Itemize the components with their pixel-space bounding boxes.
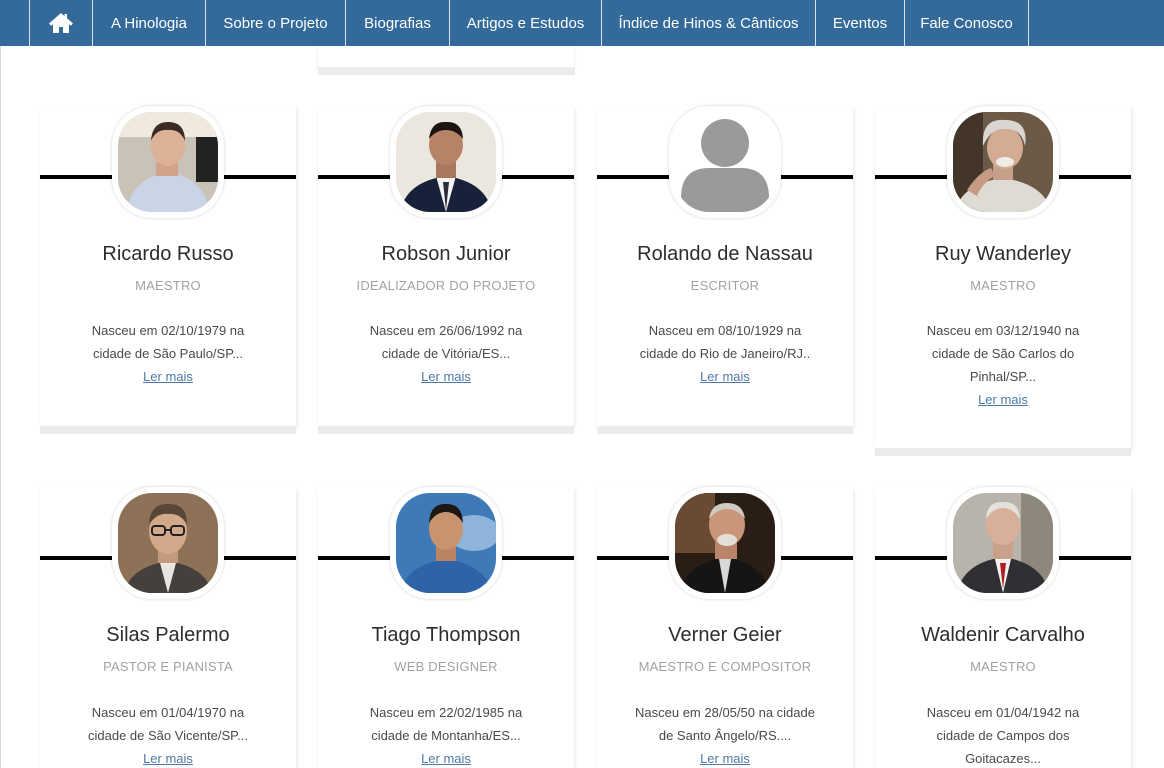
read-more-link[interactable]: Ler mais: [356, 365, 536, 388]
biography-card: Silas Palermo PASTOR E PIANISTA Nasceu e…: [40, 487, 296, 768]
bio-name: Rolando de Nassau: [637, 243, 813, 265]
bio-description: Nasceu em 28/05/50 na cidade de Santo Ân…: [625, 701, 825, 768]
nav-home-button[interactable]: [29, 0, 92, 46]
bio-description: Nasceu em 03/12/1940 na cidade de São Ca…: [913, 319, 1093, 411]
bio-name: Silas Palermo: [106, 624, 230, 646]
card-bottom-shadow: [597, 426, 853, 434]
biography-card: Waldenir Carvalho MAESTRO Nasceu em 01/0…: [875, 487, 1131, 768]
avatar-frame[interactable]: [947, 487, 1059, 599]
nav-item-biografias[interactable]: Biografias: [345, 0, 449, 46]
bio-name: Tiago Thompson: [371, 624, 521, 646]
bio-name: Robson Junior: [381, 243, 511, 265]
bio-description: Nasceu em 22/02/1985 na cidade de Montan…: [356, 701, 536, 768]
nav-item-indice-de-hinos[interactable]: Índice de Hinos & Cânticos: [601, 0, 815, 46]
nav-item-label: Sobre o Projeto: [223, 14, 328, 32]
bio-description-line: cidade de Vitória/ES...: [381, 346, 511, 361]
biography-card: Ruy Wanderley MAESTRO Nasceu em 03/12/19…: [875, 106, 1131, 456]
avatar-frame[interactable]: [112, 106, 224, 218]
avatar-photo-verner-geier: [675, 493, 775, 593]
read-more-link[interactable]: Ler mais: [913, 388, 1093, 411]
bio-description-line: Pinhal/SP...: [969, 369, 1037, 384]
biography-card: Verner Geier MAESTRO E COMPOSITOR Nasceu…: [597, 487, 853, 768]
card-bottom-shadow: [318, 426, 574, 434]
default-user-icon: [675, 112, 775, 212]
bio-description-line: cidade de São Carlos do: [931, 346, 1075, 361]
bio-name: Ricardo Russo: [102, 243, 234, 265]
read-more-link[interactable]: Ler mais: [625, 747, 825, 768]
read-more-link[interactable]: Ler mais: [635, 365, 815, 388]
nav-item-sobre-o-projeto[interactable]: Sobre o Projeto: [205, 0, 345, 46]
bio-description: Nasceu em 08/10/1929 na cidade do Rio de…: [635, 319, 815, 388]
read-more-link[interactable]: Ler mais: [78, 365, 258, 388]
avatar-photo-waldenir-carvalho: [953, 493, 1053, 593]
previous-row-card: [318, 46, 574, 67]
biography-card: Tiago Thompson WEB DESIGNER Nasceu em 22…: [318, 487, 574, 768]
bio-description-line: cidade de São Vicente/SP...: [88, 728, 248, 743]
bio-role: ESCRITOR: [690, 278, 760, 293]
bio-name: Verner Geier: [668, 624, 782, 646]
read-more-link[interactable]: Ler mais: [356, 747, 536, 768]
bio-role: MAESTRO E COMPOSITOR: [638, 659, 812, 674]
page-left-border: [0, 46, 1, 768]
avatar-frame[interactable]: [947, 106, 1059, 218]
bio-description: Nasceu em 02/10/1979 na cidade de São Pa…: [78, 319, 258, 388]
nav-item-eventos[interactable]: Eventos: [815, 0, 904, 46]
avatar-frame[interactable]: [390, 487, 502, 599]
bio-description-line: Nasceu em 01/04/1970 na: [91, 705, 245, 720]
bio-name: Waldenir Carvalho: [921, 624, 1085, 646]
nav-item-label: Biografias: [364, 14, 431, 32]
bio-name: Ruy Wanderley: [935, 243, 1071, 265]
biography-card: Ricardo Russo MAESTRO Nasceu em 02/10/19…: [40, 106, 296, 434]
navbar-spacer: [0, 0, 29, 46]
read-more-link[interactable]: Ler mais: [78, 747, 258, 768]
bio-description-line: Nasceu em 02/10/1979 na: [91, 323, 245, 338]
biography-card: Robson Junior IDEALIZADOR DO PROJETO Nas…: [318, 106, 574, 434]
avatar-frame[interactable]: [669, 487, 781, 599]
bio-role: PASTOR E PIANISTA: [103, 659, 233, 674]
bio-description-line: de Santo Ângelo/RS....: [658, 728, 792, 743]
avatar-photo-ricardo-russo: [118, 112, 218, 212]
bio-description-line: cidade de São Paulo/SP...: [92, 346, 244, 361]
nav-item-artigos-e-estudos[interactable]: Artigos e Estudos: [449, 0, 601, 46]
bio-description: Nasceu em 26/06/1992 na cidade de Vitóri…: [356, 319, 536, 388]
bio-role: MAESTRO: [970, 278, 1036, 293]
nav-item-fale-conosco[interactable]: Fale Conosco: [904, 0, 1029, 46]
avatar-photo-silas-palermo: [118, 493, 218, 593]
biography-card: Rolando de Nassau ESCRITOR Nasceu em 08/…: [597, 106, 853, 434]
bio-description: Nasceu em 01/04/1970 na cidade de São Vi…: [78, 701, 258, 768]
avatar-photo-robson-junior: [396, 112, 496, 212]
bio-description-line: Goitacazes...: [965, 751, 1041, 766]
card-bottom-shadow: [875, 448, 1131, 456]
bio-description-line: Nasceu em 26/06/1992 na: [369, 323, 523, 338]
avatar-photo-ruy-wanderley: [953, 112, 1053, 212]
card-bottom-shadow: [40, 426, 296, 434]
nav-item-label: A Hinologia: [111, 14, 187, 32]
bio-role: WEB DESIGNER: [394, 659, 498, 674]
bio-description-line: Nasceu em 08/10/1929 na: [648, 323, 802, 338]
avatar-frame[interactable]: [390, 106, 502, 218]
home-icon: [49, 13, 73, 33]
nav-item-label: Fale Conosco: [920, 14, 1013, 32]
bio-role: IDEALIZADOR DO PROJETO: [356, 278, 536, 293]
bio-description-line: Nasceu em 22/02/1985 na: [369, 705, 523, 720]
nav-item-label: Artigos e Estudos: [466, 14, 585, 32]
bio-role: MAESTRO: [135, 278, 201, 293]
nav-item-label: Eventos: [832, 14, 888, 32]
bio-role: MAESTRO: [970, 659, 1036, 674]
main-navbar: A Hinologia Sobre o Projeto Biografias A…: [0, 0, 1164, 46]
avatar-frame[interactable]: [669, 106, 781, 218]
bio-description-line: Nasceu em 01/04/1942 na: [926, 705, 1080, 720]
avatar-frame[interactable]: [112, 487, 224, 599]
nav-item-label: Índice de Hinos & Cânticos: [618, 14, 799, 32]
bio-description: Nasceu em 01/04/1942 na cidade de Campos…: [913, 701, 1093, 768]
previous-row-card-shadow: [318, 67, 575, 75]
avatar-photo-tiago-thompson: [396, 493, 496, 593]
nav-item-a-hinologia[interactable]: A Hinologia: [92, 0, 205, 46]
bio-description-line: Nasceu em 28/05/50 na cidade: [635, 705, 815, 720]
bio-description-line: cidade de Campos dos: [936, 728, 1070, 743]
bio-description-line: cidade do Rio de Janeiro/RJ..: [639, 346, 811, 361]
bio-description-line: cidade de Montanha/ES...: [371, 728, 521, 743]
bio-description-line: Nasceu em 03/12/1940 na: [926, 323, 1080, 338]
